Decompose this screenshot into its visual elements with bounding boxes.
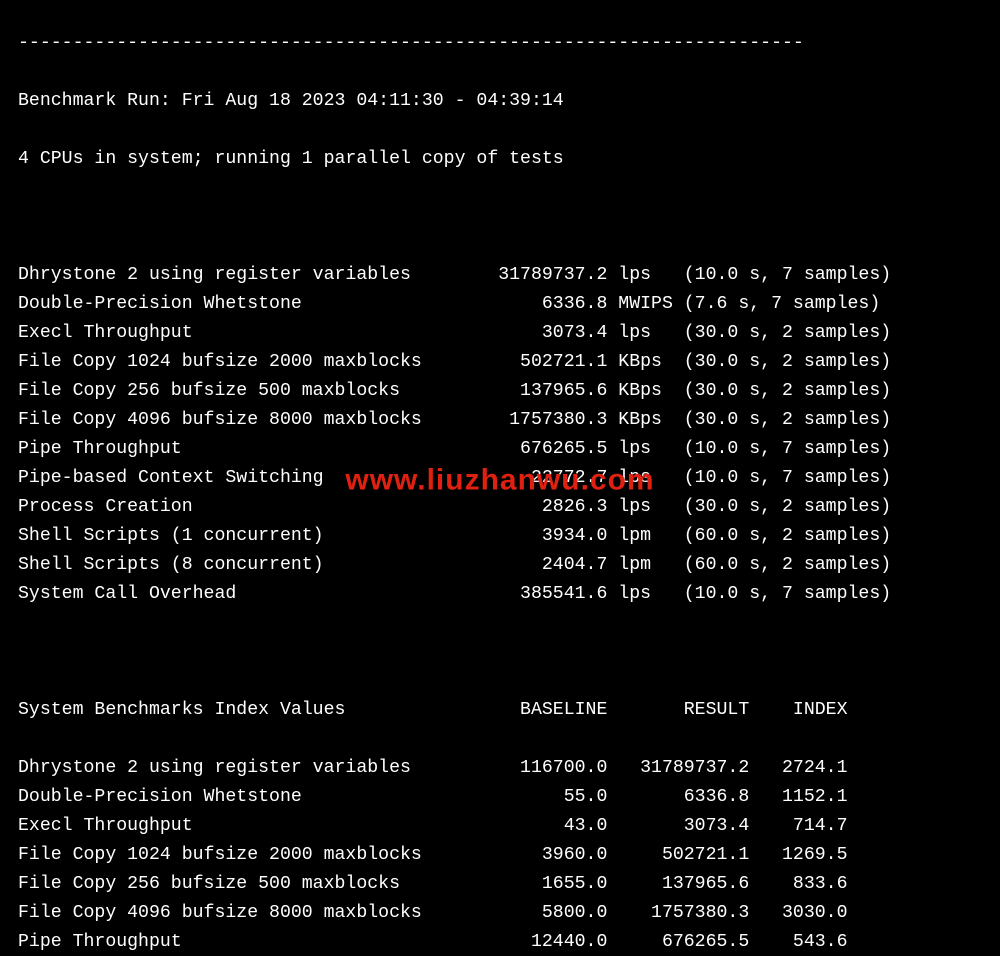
result-row: System Call Overhead 385541.6 lps (10.0 … [18,580,982,609]
index-row: Dhrystone 2 using register variables 116… [18,754,982,783]
benchmark-run-line: Benchmark Run: Fri Aug 18 2023 04:11:30 … [18,87,982,116]
result-row: Shell Scripts (1 concurrent) 3934.0 lpm … [18,522,982,551]
result-row: Process Creation 2826.3 lps (30.0 s, 2 s… [18,493,982,522]
result-row: Double-Precision Whetstone 6336.8 MWIPS … [18,290,982,319]
index-row: Execl Throughput 43.0 3073.4 714.7 [18,812,982,841]
cpu-info-line: 4 CPUs in system; running 1 parallel cop… [18,145,982,174]
hr-top: ----------------------------------------… [18,29,982,58]
terminal-output: ----------------------------------------… [0,0,1000,956]
result-row: File Copy 1024 bufsize 2000 maxblocks 50… [18,348,982,377]
index-section: Dhrystone 2 using register variables 116… [18,754,982,956]
index-row: Double-Precision Whetstone 55.0 6336.8 1… [18,783,982,812]
results-section: Dhrystone 2 using register variables 317… [18,261,982,609]
index-row: File Copy 256 bufsize 500 maxblocks 1655… [18,870,982,899]
result-row: File Copy 256 bufsize 500 maxblocks 1379… [18,377,982,406]
index-row: File Copy 4096 bufsize 8000 maxblocks 58… [18,899,982,928]
result-row: Pipe-based Context Switching 22772.7 lps… [18,464,982,493]
result-row: Shell Scripts (8 concurrent) 2404.7 lpm … [18,551,982,580]
result-row: Dhrystone 2 using register variables 317… [18,261,982,290]
blank [18,638,982,667]
index-row: File Copy 1024 bufsize 2000 maxblocks 39… [18,841,982,870]
blank [18,203,982,232]
result-row: File Copy 4096 bufsize 8000 maxblocks 17… [18,406,982,435]
result-row: Execl Throughput 3073.4 lps (30.0 s, 2 s… [18,319,982,348]
index-header-row: System Benchmarks Index Values BASELINE … [18,696,982,725]
result-row: Pipe Throughput 676265.5 lps (10.0 s, 7 … [18,435,982,464]
index-row: Pipe Throughput 12440.0 676265.5 543.6 [18,928,982,956]
